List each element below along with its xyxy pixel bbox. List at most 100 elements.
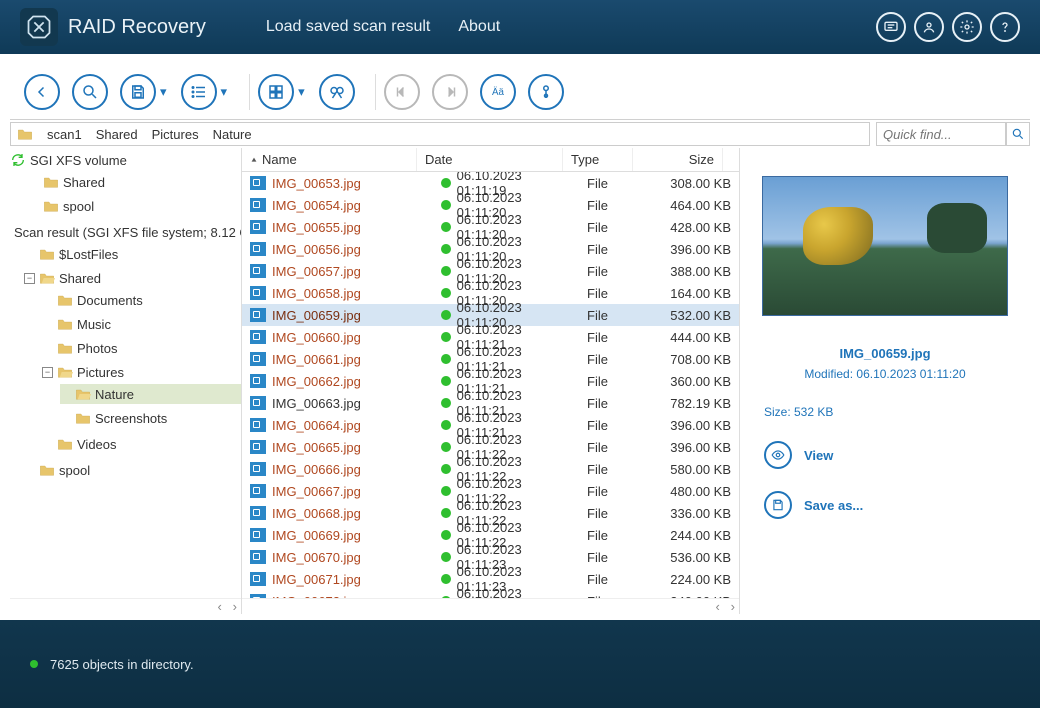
collapse-icon[interactable]: −	[24, 273, 35, 284]
next-button[interactable]	[432, 74, 468, 110]
file-name: IMG_00664.jpg	[272, 418, 361, 433]
tree-item-spool[interactable]: spool	[28, 196, 241, 216]
image-file-icon	[250, 242, 266, 256]
grid-h-scrollbar[interactable]: ‹ ›	[242, 598, 739, 614]
file-type: File	[587, 440, 608, 455]
status-dot-icon	[441, 486, 451, 496]
file-size: 480.00 KB	[670, 484, 731, 499]
folder-icon	[43, 175, 59, 189]
header-account-icon[interactable]	[914, 12, 944, 42]
grid-body[interactable]: IMG_00653.jpg06.10.2023 01:11:19File308.…	[242, 172, 739, 598]
header-feedback-icon[interactable]	[876, 12, 906, 42]
image-file-icon	[250, 594, 266, 598]
image-file-icon	[250, 462, 266, 476]
toolbar: ▾ ▾ ▾ Ää	[10, 64, 1030, 120]
quick-find-input[interactable]	[876, 122, 1006, 146]
tree-item-screenshots[interactable]: Screenshots	[60, 408, 241, 428]
app-title: RAID Recovery	[68, 16, 206, 39]
text-options-button[interactable]: Ää	[480, 74, 516, 110]
find-button[interactable]	[319, 74, 355, 110]
col-name[interactable]: Name	[242, 148, 417, 171]
col-size[interactable]: Size	[633, 148, 723, 171]
file-size: 396.00 KB	[670, 242, 731, 257]
folder-icon	[75, 411, 91, 425]
image-file-icon	[250, 440, 266, 454]
tree-item-lostfiles[interactable]: $LostFiles	[24, 244, 241, 264]
tree-item-documents[interactable]: Documents	[42, 290, 241, 310]
refresh-icon	[10, 152, 26, 168]
app-header: RAID Recovery Load saved scan result Abo…	[0, 0, 1040, 54]
file-row[interactable]: IMG_00672.jpg06.10.2023 01:11:23File340.…	[242, 590, 739, 598]
file-type: File	[587, 242, 608, 257]
tree-item-photos[interactable]: Photos	[42, 338, 241, 358]
image-file-icon	[250, 484, 266, 498]
file-size: 444.00 KB	[670, 330, 731, 345]
zoom-button[interactable]	[72, 74, 108, 110]
file-type: File	[587, 286, 608, 301]
path-row: scan1 Shared Pictures Nature	[10, 120, 1030, 148]
quick-find-button[interactable]	[1006, 122, 1030, 146]
tree-item-shared[interactable]: Shared	[28, 172, 241, 192]
tree-item-spool2[interactable]: spool	[24, 460, 241, 480]
breadcrumb-segment[interactable]: Pictures	[152, 127, 199, 142]
image-file-icon	[250, 374, 266, 388]
app-logo-icon	[20, 8, 58, 46]
status-dot-icon	[441, 244, 451, 254]
file-name: IMG_00659.jpg	[272, 308, 361, 323]
breadcrumb-segment[interactable]: Nature	[213, 127, 252, 142]
status-dot-icon	[30, 660, 38, 668]
list-dropdown-icon[interactable]: ▾	[221, 84, 228, 100]
folder-icon	[39, 247, 55, 261]
breadcrumb-segment[interactable]: scan1	[47, 127, 82, 142]
status-dot-icon	[441, 354, 451, 364]
status-dot-icon	[441, 508, 451, 518]
menu-about[interactable]: About	[458, 18, 500, 36]
list-options-button[interactable]	[181, 74, 217, 110]
status-dot-icon	[441, 574, 451, 584]
file-type: File	[587, 374, 608, 389]
tree-volume-root[interactable]: SGI XFS volume	[10, 150, 241, 170]
file-type: File	[587, 176, 608, 191]
filter-button[interactable]	[528, 74, 564, 110]
tree-item-shared2[interactable]: −Shared	[24, 268, 241, 288]
file-name: IMG_00667.jpg	[272, 484, 361, 499]
image-file-icon	[250, 198, 266, 212]
image-file-icon	[250, 550, 266, 564]
image-file-icon	[250, 308, 266, 322]
breadcrumb-segment[interactable]: Shared	[96, 127, 138, 142]
image-file-icon	[250, 396, 266, 410]
tree-h-scrollbar[interactable]: ‹ ›	[10, 598, 241, 614]
col-date[interactable]: Date	[417, 148, 563, 171]
menu-load-saved[interactable]: Load saved scan result	[266, 18, 431, 36]
file-size: 536.00 KB	[670, 550, 731, 565]
tree-item-videos[interactable]: Videos	[42, 434, 241, 454]
back-button[interactable]	[24, 74, 60, 110]
collapse-icon[interactable]: −	[42, 367, 53, 378]
file-type: File	[587, 506, 608, 521]
view-mode-button[interactable]	[258, 74, 294, 110]
image-file-icon	[250, 352, 266, 366]
tree-item-music[interactable]: Music	[42, 314, 241, 334]
tree-item-pictures[interactable]: −Pictures	[42, 362, 241, 382]
preview-pane: IMG_00659.jpg Modified: 06.10.2023 01:11…	[740, 148, 1030, 614]
folder-tree: SGI XFS volume Shared spool Scan result …	[10, 148, 242, 614]
header-help-icon[interactable]	[990, 12, 1020, 42]
tree-item-nature[interactable]: Nature	[60, 384, 241, 404]
preview-view-button[interactable]: View	[764, 441, 833, 469]
status-bar: 7625 objects in directory.	[0, 620, 1040, 708]
view-dropdown-icon[interactable]: ▾	[298, 84, 305, 100]
status-dot-icon	[441, 530, 451, 540]
save-dropdown-icon[interactable]: ▾	[160, 84, 167, 100]
preview-save-button[interactable]: Save as...	[764, 491, 863, 519]
file-size: 396.00 KB	[670, 418, 731, 433]
tree-scan-root[interactable]: Scan result (SGI XFS file system; 8.12 G…	[10, 222, 241, 242]
prev-button[interactable]	[384, 74, 420, 110]
col-type[interactable]: Type	[563, 148, 633, 171]
header-settings-icon[interactable]	[952, 12, 982, 42]
breadcrumb[interactable]: scan1 Shared Pictures Nature	[10, 122, 870, 146]
preview-filename: IMG_00659.jpg	[839, 346, 930, 361]
status-dot-icon	[441, 222, 451, 232]
file-type: File	[587, 198, 608, 213]
save-button[interactable]	[120, 74, 156, 110]
file-type: File	[587, 528, 608, 543]
